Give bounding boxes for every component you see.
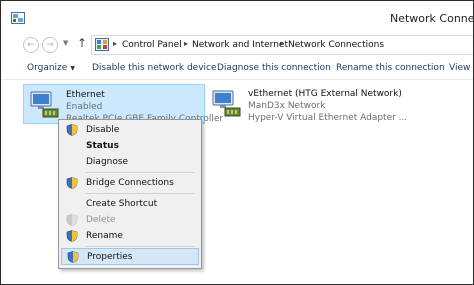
control-panel-icon (95, 38, 109, 51)
recent-locations-button[interactable]: ▼ (63, 39, 68, 47)
connection-item-vethernet[interactable]: vEthernet (HTG External Network) ManD3x … (206, 84, 408, 123)
breadcrumb-network-connections[interactable]: Network Connections (288, 40, 384, 50)
forward-button[interactable]: → (42, 37, 58, 53)
menu-item-label: Properties (87, 252, 133, 262)
window-title: Network Connect (390, 12, 474, 25)
context-menu: Disable Status Diagnose Bridge Connectio… (58, 119, 202, 269)
navigation-bar: ← → ▼ ↑ ▸ Control Panel ▸ Network and In… (1, 33, 473, 55)
menu-item-bridge-connections[interactable]: Bridge Connections (61, 175, 197, 191)
breadcrumb-separator-icon[interactable]: ▸ (280, 39, 284, 48)
menu-separator (85, 246, 195, 247)
rename-connection-button[interactable]: Rename this connection (336, 63, 445, 73)
breadcrumb-network-and-internet[interactable]: Network and Internet (192, 40, 288, 50)
disable-device-button[interactable]: Disable this network device (92, 63, 217, 73)
breadcrumb-separator-icon[interactable]: ▸ (184, 39, 188, 48)
menu-item-delete[interactable]: Delete (61, 212, 197, 228)
diagnose-connection-button[interactable]: Diagnose this connection (217, 63, 331, 73)
back-button[interactable]: ← (23, 37, 39, 53)
address-bar[interactable]: ▸ Control Panel ▸ Network and Internet ▸… (91, 35, 473, 55)
organize-menu-button[interactable]: Organize ▼ (27, 63, 75, 73)
menu-item-disable[interactable]: Disable (61, 122, 197, 138)
menu-separator (85, 172, 195, 173)
connection-status: ManD3x Network (248, 101, 326, 111)
menu-item-create-shortcut[interactable]: Create Shortcut (61, 196, 197, 212)
uac-shield-icon (66, 214, 78, 226)
menu-item-label: Rename (86, 231, 123, 241)
network-folder-icon (11, 12, 25, 24)
menu-item-properties[interactable]: Properties (61, 248, 199, 265)
menu-item-label: Diagnose (86, 157, 129, 167)
menu-item-rename[interactable]: Rename (61, 228, 197, 244)
connection-name: Ethernet (66, 90, 105, 100)
organize-label: Organize (27, 63, 68, 73)
menu-item-diagnose[interactable]: Diagnose (61, 154, 197, 170)
menu-separator (85, 193, 195, 194)
connection-status: Enabled (66, 102, 103, 112)
up-button[interactable]: ↑ (77, 36, 87, 50)
chevron-down-icon: ▼ (70, 65, 75, 72)
view-status-button[interactable]: View s (449, 63, 473, 73)
breadcrumb-separator-icon[interactable]: ▸ (113, 39, 117, 48)
menu-item-label: Disable (86, 125, 120, 135)
menu-item-label: Status (86, 141, 119, 151)
uac-shield-icon (67, 251, 79, 263)
uac-shield-icon (66, 230, 78, 242)
connection-item-ethernet[interactable]: Ethernet Enabled Realtek PCIe GBE Family… (23, 84, 223, 124)
window: Network Connect ← → ▼ ↑ ▸ Control Panel … (0, 0, 474, 285)
network-adapter-icon (212, 90, 241, 117)
menu-item-label: Create Shortcut (86, 199, 158, 209)
command-bar: Organize ▼ Disable this network device Di… (1, 57, 473, 80)
menu-item-label: Delete (86, 215, 116, 225)
menu-item-status[interactable]: Status (61, 138, 197, 154)
menu-item-label: Bridge Connections (86, 178, 174, 188)
network-adapter-icon (30, 91, 59, 118)
title-bar[interactable]: Network Connect (1, 1, 473, 33)
connection-name: vEthernet (HTG External Network) (248, 89, 402, 99)
uac-shield-icon (66, 124, 78, 136)
breadcrumb-control-panel[interactable]: Control Panel (122, 40, 182, 50)
uac-shield-icon (66, 177, 78, 189)
connection-adapter: Hyper-V Virtual Ethernet Adapter ... (248, 113, 408, 123)
